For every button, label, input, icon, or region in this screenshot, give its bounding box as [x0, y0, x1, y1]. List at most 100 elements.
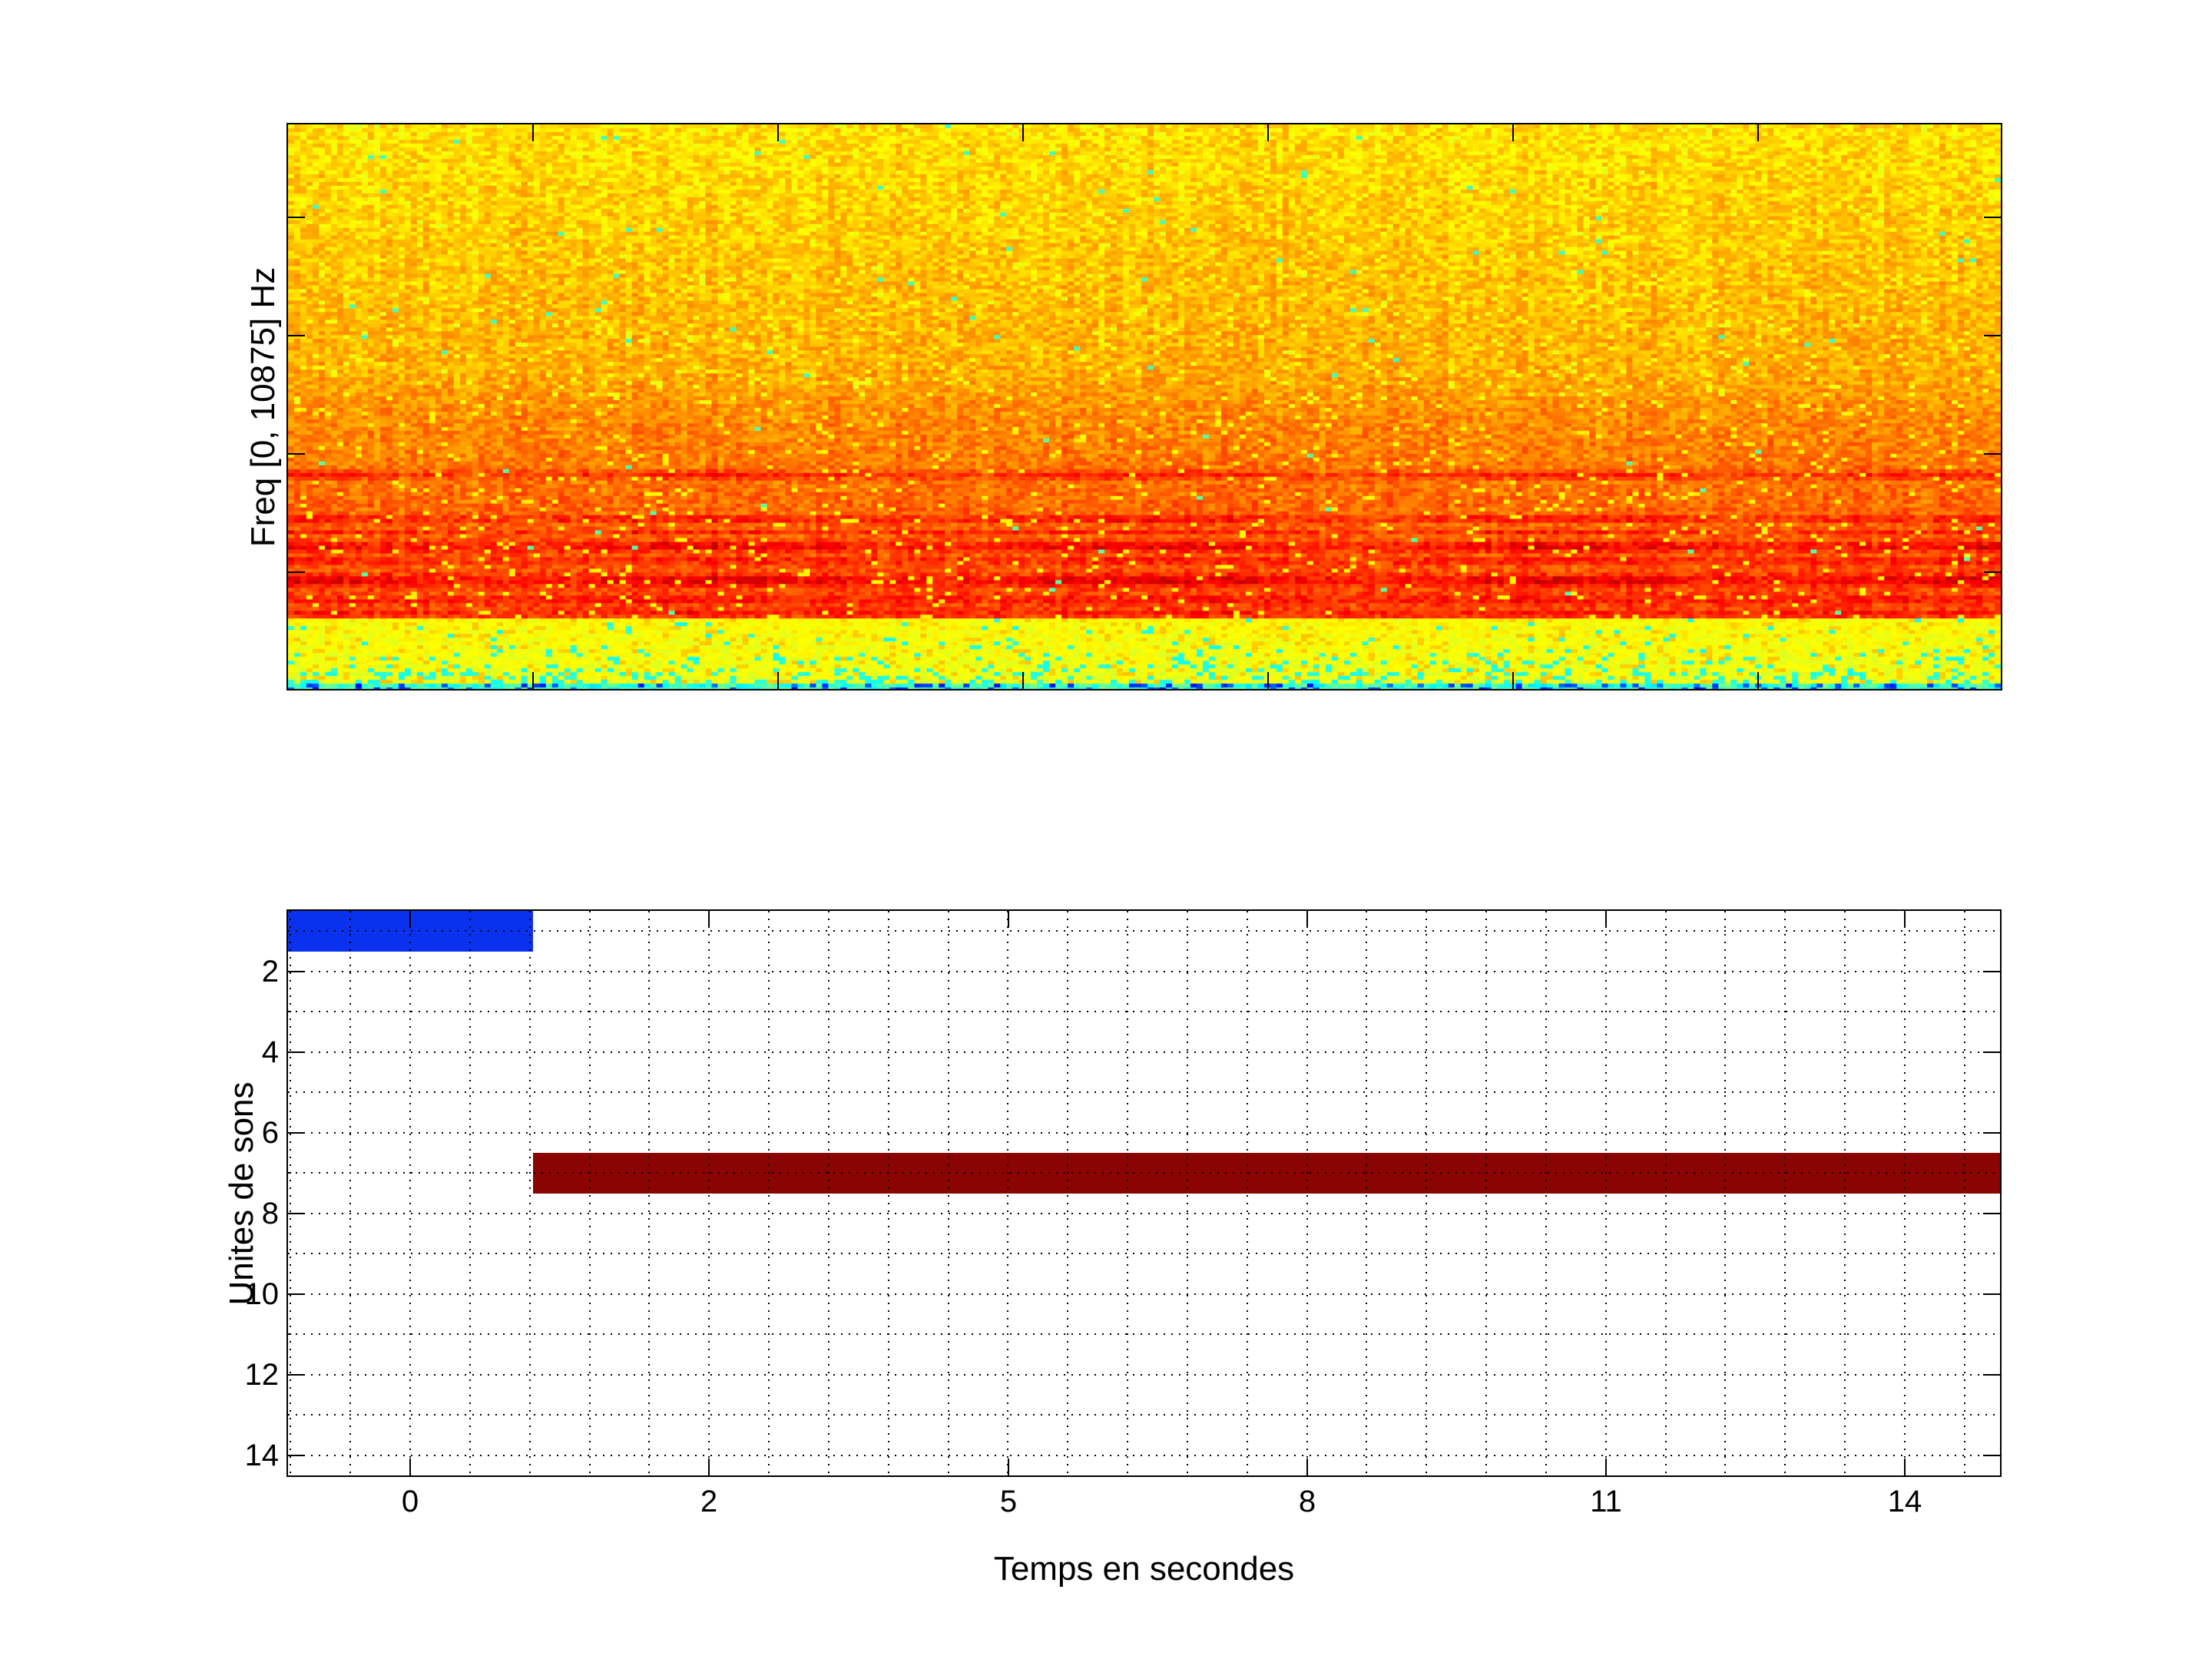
bars-x-tick-top-3 — [1306, 911, 1308, 928]
bars-y-tick-left-10 — [288, 1293, 305, 1295]
bars-gridline-v — [1604, 911, 1607, 1475]
bars-y-tick-left-2 — [288, 970, 305, 972]
bars-gridline-v — [1067, 911, 1069, 1475]
spectrogram-x-tick-bottom-4 — [1512, 672, 1514, 689]
bars-ylabel: Unites de sons — [223, 1081, 260, 1306]
spectrogram-x-tick-top-3 — [1267, 124, 1269, 141]
spectrogram-y-tick-right-3 — [1984, 571, 2001, 573]
bars-y-tick-left-4 — [288, 1051, 305, 1053]
bars-y-tick-left-12 — [288, 1373, 305, 1376]
bars-y-tick-right-6 — [1983, 1131, 2000, 1134]
bars-gridline-v — [1664, 911, 1667, 1475]
bars-gridline-v — [290, 911, 292, 1475]
spectrogram-x-tick-top-5 — [1757, 124, 1759, 141]
bars-y-tick-right-8 — [1983, 1212, 2000, 1214]
bars-x-tick-bottom-5 — [1904, 1459, 1906, 1475]
bars-y-tick-right-12 — [1983, 1373, 2000, 1376]
bars-y-tick-left-14 — [288, 1454, 305, 1456]
bars-x-tick-label-0: 0 — [401, 1485, 419, 1518]
spectrogram-ylabel: Freq [0, 10875] Hz — [244, 267, 282, 547]
bars-gridline-v — [1963, 911, 1965, 1475]
bars-gridline-v — [1007, 911, 1009, 1475]
bars-gridline-v — [409, 911, 411, 1475]
bars-x-tick-top-5 — [1904, 911, 1906, 928]
bars-y-tick-label-12: 12 — [244, 1357, 280, 1392]
bars-gridline-v — [528, 911, 531, 1475]
bars-gridline-v — [708, 911, 710, 1475]
bars-y-tick-left-6 — [288, 1131, 305, 1134]
bars-gridline-v — [1127, 911, 1129, 1475]
bars-y-tick-label-2: 2 — [261, 954, 279, 988]
spectrogram-y-tick-left-0 — [288, 217, 305, 218]
bars-gridline-v — [588, 911, 591, 1475]
bars-gridline-v — [1366, 911, 1368, 1475]
bars-x-tick-top-4 — [1605, 911, 1607, 928]
bars-gridline-v — [1784, 911, 1786, 1475]
spectrogram-x-tick-bottom-5 — [1757, 672, 1759, 689]
spectrogram-x-tick-bottom-1 — [777, 672, 779, 689]
bars-gridline-h — [288, 1414, 2000, 1416]
spectrogram-y-tick-left-3 — [288, 571, 305, 573]
bars-x-tick-label-14: 14 — [1887, 1485, 1922, 1518]
bars-y-tick-right-10 — [1983, 1293, 2000, 1295]
bars-x-tick-top-1 — [708, 911, 710, 928]
spectrogram-y-tick-left-1 — [288, 335, 305, 336]
spectrogram-x-tick-top-0 — [532, 124, 534, 141]
bars-x-tick-label-5: 5 — [999, 1485, 1018, 1518]
spectrogram-x-tick-top-4 — [1512, 124, 1514, 141]
bars-xlabel: Temps en secondes — [993, 1550, 1295, 1588]
bars-gridline-v — [349, 911, 352, 1475]
spectrogram-y-tick-left-2 — [288, 453, 305, 455]
bars-y-tick-label-6: 6 — [261, 1115, 279, 1150]
bars-x-tick-label-2: 2 — [700, 1485, 718, 1518]
bars-gridline-v — [887, 911, 889, 1475]
bars-x-tick-bottom-3 — [1306, 1459, 1308, 1475]
bars-gridline-v — [827, 911, 830, 1475]
bars-gridline-v — [1724, 911, 1727, 1475]
bars-gridline-v — [1426, 911, 1428, 1475]
bars-y-tick-left-8 — [288, 1212, 305, 1214]
spectrogram-x-tick-bottom-2 — [1022, 672, 1024, 689]
spectrogram-axes — [286, 123, 2002, 690]
bars-gridline-h — [288, 970, 2000, 972]
bars-gridline-v — [1904, 911, 1906, 1475]
bars-x-tick-bottom-1 — [708, 1459, 710, 1475]
bars-y-tick-label-4: 4 — [261, 1035, 279, 1069]
bars-gridline-h — [288, 1051, 2000, 1053]
bars-gridline-h — [288, 1131, 2000, 1134]
bars-gridline-h — [288, 1373, 2000, 1376]
bars-y-tick-label-10: 10 — [244, 1277, 280, 1311]
bars-x-tick-bottom-4 — [1605, 1459, 1607, 1475]
bars-gridline-v — [947, 911, 949, 1475]
bars-gridline-v — [1186, 911, 1188, 1475]
bars-y-tick-right-14 — [1983, 1454, 2000, 1456]
bars-y-tick-label-14: 14 — [244, 1438, 280, 1472]
bars-x-tick-bottom-0 — [409, 1459, 411, 1475]
bars-gridline-h — [288, 1091, 2000, 1094]
bars-gridline-v — [768, 911, 770, 1475]
bars-x-tick-bottom-2 — [1008, 1459, 1009, 1475]
spectrogram-canvas — [288, 124, 2001, 689]
spectrogram-x-tick-top-2 — [1022, 124, 1024, 141]
bars-x-tick-label-11: 11 — [1590, 1485, 1622, 1518]
spectrogram-x-tick-bottom-0 — [532, 672, 534, 689]
bars-x-tick-top-2 — [1008, 911, 1009, 928]
bars-gridline-h — [288, 1293, 2000, 1295]
bars-gridline-h — [288, 1333, 2000, 1336]
bars-gridline-v — [1485, 911, 1488, 1475]
bars-gridline-h — [288, 1454, 2000, 1456]
bars-gridline-h — [288, 1253, 2000, 1255]
bars-gridline-v — [469, 911, 471, 1475]
spectrogram-x-tick-bottom-3 — [1267, 672, 1269, 689]
spectrogram-y-tick-right-1 — [1984, 335, 2001, 336]
bars-y-tick-label-8: 8 — [261, 1196, 279, 1230]
bars-axes — [286, 909, 2002, 1477]
bars-gridline-v — [1844, 911, 1846, 1475]
matlab-figure: Freq [0, 10875] Hz Unites de sons Temps … — [0, 0, 2212, 1659]
bars-gridline-v — [1306, 911, 1308, 1475]
bars-gridline-h — [288, 930, 2000, 932]
bars-gridline-v — [1545, 911, 1547, 1475]
bars-gridline-h — [288, 1011, 2000, 1013]
bars-gridline-v — [648, 911, 651, 1475]
bars-gridline-v — [1246, 911, 1248, 1475]
